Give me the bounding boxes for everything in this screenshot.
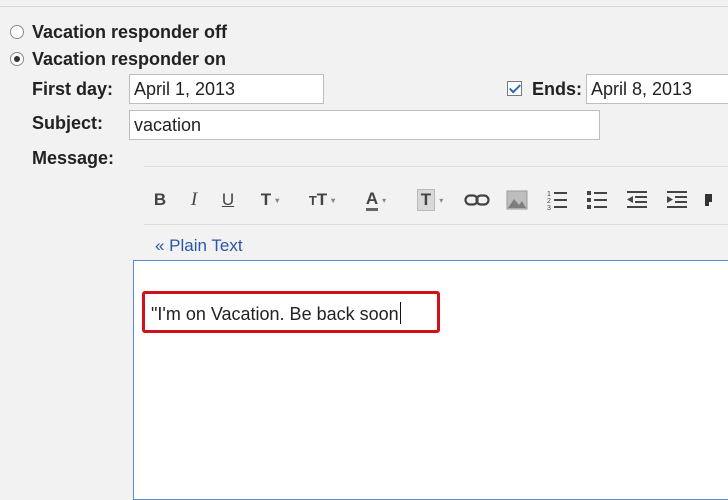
- ends-label: Ends:: [532, 79, 583, 99]
- text-size-icon-large: T: [316, 190, 328, 209]
- toolbar-bottom-divider: [144, 224, 728, 225]
- responder-off-label: Vacation responder off: [32, 21, 228, 42]
- message-label: Message:: [32, 148, 115, 168]
- subject-label: Subject:: [32, 113, 104, 133]
- insert-image-button[interactable]: [502, 186, 532, 214]
- font-icon: T: [260, 190, 272, 209]
- italic-button[interactable]: I: [182, 186, 206, 214]
- ends-date-input[interactable]: April 8, 2013: [586, 74, 728, 104]
- text-color-icon: A: [365, 189, 379, 211]
- chevron-down-icon: ▾: [439, 195, 444, 205]
- text-color-dropdown[interactable]: A ▾: [354, 186, 398, 214]
- size-dropdown[interactable]: TT ▾: [300, 186, 344, 214]
- quote-button[interactable]: [702, 186, 712, 214]
- responder-on-label: Vacation responder on: [32, 48, 227, 69]
- link-button[interactable]: [462, 186, 492, 214]
- chevron-down-icon: ▾: [331, 195, 336, 205]
- image-icon: [506, 190, 528, 210]
- bulleted-list-icon: [587, 191, 607, 209]
- ends-checkbox[interactable]: [507, 81, 522, 96]
- bold-button[interactable]: B: [148, 186, 172, 214]
- chevron-down-icon: ▾: [275, 195, 280, 205]
- numbered-list-button[interactable]: 1 2 3: [542, 186, 572, 214]
- highlight-box: [142, 291, 440, 333]
- decrease-indent-icon: [627, 191, 647, 208]
- subject-input[interactable]: vacation: [129, 110, 600, 140]
- text-size-icon: T: [308, 192, 317, 208]
- first-day-label: First day:: [32, 79, 114, 99]
- numbered-list-icon: 1 2 3: [547, 191, 567, 211]
- svg-text:3: 3: [547, 205, 551, 211]
- underline-button[interactable]: U: [216, 186, 240, 214]
- link-icon: [464, 194, 490, 206]
- top-divider: [0, 6, 728, 7]
- svg-text:2: 2: [547, 198, 551, 205]
- chevron-down-icon: ▾: [382, 195, 387, 205]
- responder-on-option[interactable]: Vacation responder on: [10, 47, 226, 71]
- quote-icon: [705, 194, 712, 206]
- highlight-color-icon: T: [416, 189, 436, 211]
- responder-off-option[interactable]: Vacation responder off: [10, 20, 227, 44]
- bulleted-list-button[interactable]: [582, 186, 612, 214]
- toolbar-top-divider: [144, 166, 728, 167]
- first-day-input[interactable]: April 1, 2013: [129, 74, 324, 104]
- increase-indent-icon: [667, 191, 687, 208]
- increase-indent-button[interactable]: [662, 186, 692, 214]
- svg-text:1: 1: [547, 191, 551, 198]
- decrease-indent-button[interactable]: [622, 186, 652, 214]
- responder-off-radio[interactable]: [10, 25, 24, 39]
- background-color-dropdown[interactable]: T ▾: [408, 186, 452, 214]
- font-dropdown[interactable]: T ▾: [250, 186, 290, 214]
- formatting-toolbar: B I U T ▾ TT ▾ A ▾ T ▾ 1 2 3: [148, 180, 728, 220]
- plain-text-link[interactable]: « Plain Text: [155, 236, 243, 256]
- responder-on-radio[interactable]: [10, 52, 24, 66]
